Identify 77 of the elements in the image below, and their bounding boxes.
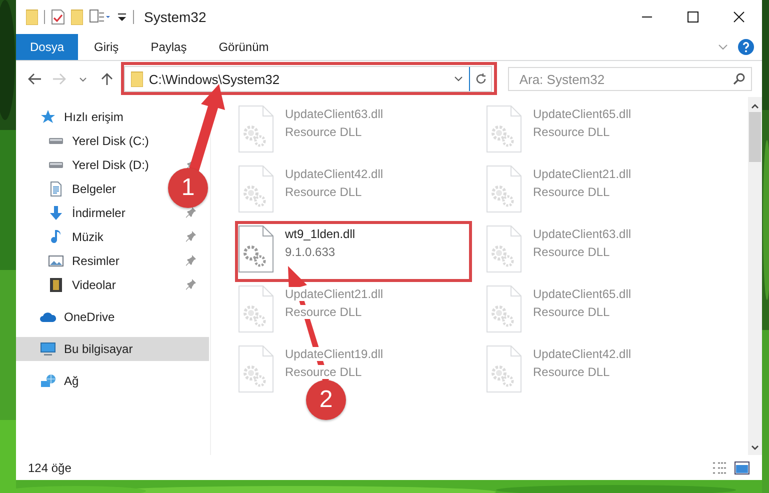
folder-icon — [130, 71, 143, 87]
document-icon — [48, 181, 64, 197]
dll-file-icon — [485, 165, 523, 213]
dll-file-icon — [237, 105, 275, 153]
help-icon[interactable] — [738, 39, 754, 55]
file-name: UpdateClient63.dll — [285, 107, 384, 121]
scroll-down-icon[interactable] — [751, 445, 759, 451]
dll-file-icon — [485, 285, 523, 333]
star-icon — [40, 109, 56, 125]
dll-file-icon — [237, 165, 275, 213]
sidebar-item[interactable]: Bu bilgisayar — [16, 337, 209, 361]
dll-file-icon — [237, 345, 275, 393]
caret-icon — [78, 76, 87, 82]
item-count: 124 öğe — [28, 460, 72, 474]
network-icon — [40, 373, 56, 389]
properties-icon[interactable] — [89, 9, 111, 25]
dll-file-icon — [237, 225, 275, 273]
ribbon-tab[interactable]: Dosya — [16, 34, 78, 60]
file-name: UpdateClient65.dll — [533, 287, 632, 301]
checklist-icon[interactable] — [51, 9, 65, 25]
tiles-view-icon[interactable] — [734, 460, 750, 474]
sidebar-item[interactable]: Belgeler — [16, 177, 120, 201]
search-icon — [732, 73, 745, 85]
videos-icon — [48, 277, 64, 293]
download-icon — [48, 205, 64, 221]
file-name: UpdateClient21.dll — [533, 167, 632, 181]
scrollbar[interactable] — [748, 97, 762, 455]
maximize-icon — [687, 11, 699, 23]
file-detail: Resource DLL — [533, 365, 610, 379]
file-name: UpdateClient21.dll — [285, 287, 384, 301]
file-name: wt9_1lden.dll — [285, 227, 356, 241]
file-name: UpdateClient63.dll — [533, 227, 632, 241]
file-detail: Resource DLL — [533, 185, 610, 199]
sidebar-item[interactable]: Hızlı erişim — [16, 105, 128, 129]
file-detail: Resource DLL — [285, 365, 362, 379]
chevron-icon[interactable] — [718, 44, 728, 50]
sidebar-item[interactable]: Yerel Disk (C:) — [16, 129, 153, 153]
dll-file-icon — [485, 345, 523, 393]
customize-icon[interactable] — [117, 12, 127, 22]
file-detail: Resource DLL — [285, 125, 362, 139]
ribbon-tab[interactable]: Paylaş — [134, 34, 203, 60]
ribbon-tab[interactable]: Görünüm — [202, 34, 285, 60]
search-field[interactable]: Ara: System32 — [517, 70, 733, 88]
scroll-thumb[interactable] — [749, 112, 761, 162]
pictures-icon — [48, 253, 64, 269]
sidebar-item[interactable]: OneDrive — [16, 305, 119, 329]
address-field[interactable]: C:\Windows\System32 — [148, 72, 448, 86]
file-detail: Resource DLL — [285, 305, 362, 319]
details-view-icon[interactable] — [712, 460, 728, 474]
ribbon-tab[interactable]: Giriş — [78, 34, 135, 60]
dll-file-icon — [485, 105, 523, 153]
drive-icon — [48, 161, 64, 169]
dll-file-icon — [237, 285, 275, 333]
file-name: UpdateClient42.dll — [533, 347, 632, 361]
computer-icon — [40, 341, 56, 357]
file-name: UpdateClient42.dll — [285, 167, 384, 181]
sidebar-item[interactable]: İndirmeler — [16, 201, 130, 225]
dll-file-icon — [485, 225, 523, 273]
close-icon — [733, 11, 745, 23]
sidebar-item[interactable]: Müzik — [16, 225, 108, 249]
sidebar-item[interactable]: Resimler — [16, 249, 124, 273]
file-detail: Resource DLL — [533, 125, 610, 139]
sidebar-item[interactable]: Ağ — [16, 369, 83, 393]
sidebar-item[interactable]: Yerel Disk (D:) — [16, 153, 153, 177]
file-detail: Resource DLL — [533, 305, 610, 319]
file-name: UpdateClient19.dll — [285, 347, 384, 361]
drive-icon — [48, 137, 64, 145]
file-detail: Resource DLL — [533, 245, 610, 259]
file-detail: Resource DLL — [285, 185, 362, 199]
search-box[interactable]: Ara: System32 — [508, 67, 752, 91]
window-title: System32 — [144, 9, 208, 25]
file-detail: 9.1.0.633 — [285, 245, 336, 259]
refresh-icon — [474, 73, 487, 85]
sidebar-item[interactable]: Videolar — [16, 273, 120, 297]
dropdown-icon[interactable] — [454, 76, 464, 82]
file-name: UpdateClient65.dll — [533, 107, 632, 121]
scroll-up-icon[interactable] — [751, 103, 759, 109]
